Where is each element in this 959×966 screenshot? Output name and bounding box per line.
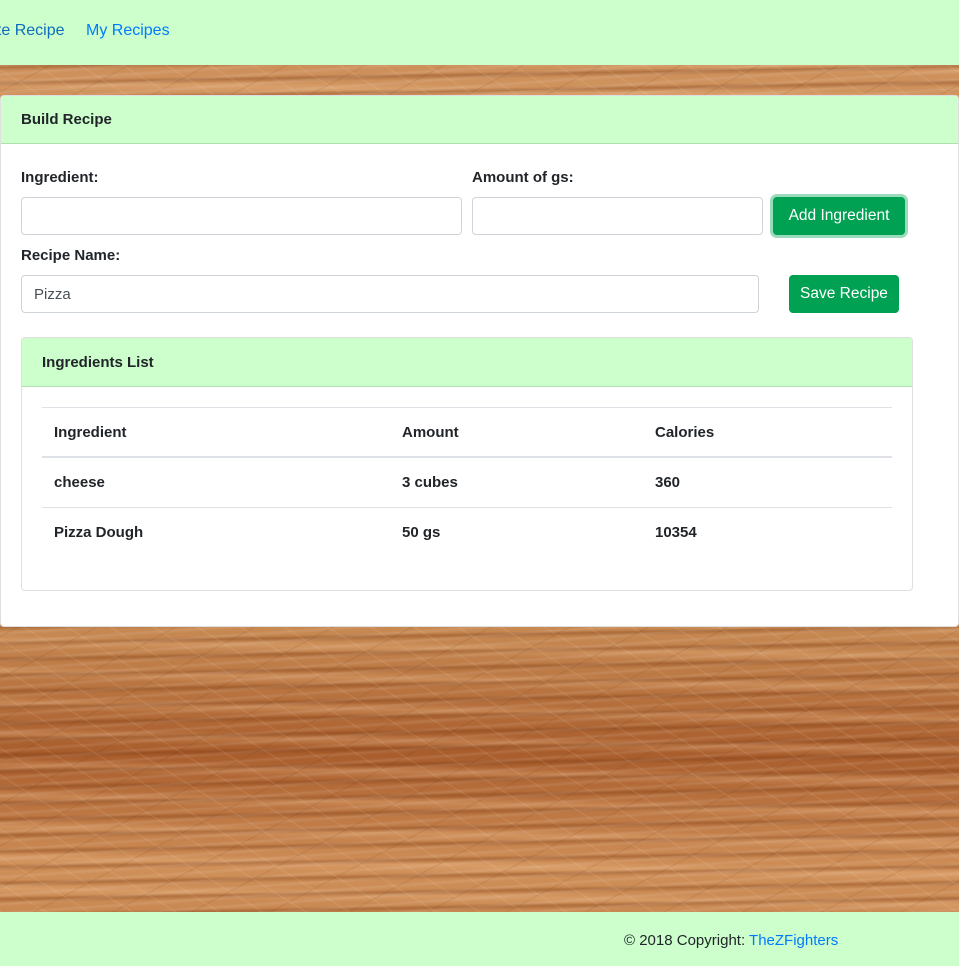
column-header-amount: Amount <box>390 407 643 458</box>
recipe-name-label: Recipe Name: <box>21 247 121 264</box>
footer: © 2018 Copyright: TheZFighters <box>0 912 959 966</box>
ingredients-table: Ingredient Amount Calories cheese 3 cube… <box>42 407 892 557</box>
ingredients-list-card: Ingredients List Ingredient Amount Calor… <box>21 337 913 591</box>
build-recipe-title: Build Recipe <box>1 96 958 144</box>
ingredient-input[interactable] <box>21 197 462 235</box>
amount-label: Amount of gs: <box>472 169 574 186</box>
table-row: Pizza Dough 50 gs 10354 <box>42 507 892 557</box>
recipe-name-input[interactable] <box>21 275 759 313</box>
save-recipe-button[interactable]: Save Recipe <box>789 275 899 313</box>
copyright-text: © 2018 Copyright: <box>624 932 750 949</box>
cell-amount: 3 cubes <box>390 456 643 508</box>
cell-amount: 50 gs <box>390 507 643 557</box>
cell-calories: 360 <box>643 456 892 508</box>
cell-ingredient: cheese <box>42 456 390 508</box>
column-header-calories: Calories <box>643 407 892 458</box>
footer-link-thezfighters[interactable]: TheZFighters <box>749 932 838 949</box>
table-header-row: Ingredient Amount Calories <box>42 407 892 458</box>
ingredient-label: Ingredient: <box>21 169 99 186</box>
build-recipe-card: Build Recipe Ingredient: Amount of gs: A… <box>0 95 959 627</box>
amount-input[interactable] <box>472 197 763 235</box>
top-navbar: ate Recipe My Recipes <box>0 0 959 65</box>
nav-link-my-recipes[interactable]: My Recipes <box>86 22 170 40</box>
column-header-ingredient: Ingredient <box>42 407 390 458</box>
nav-link-create-recipe[interactable]: ate Recipe <box>0 22 65 40</box>
footer-copyright: © 2018 Copyright: TheZFighters <box>624 932 838 949</box>
ingredients-list-title: Ingredients List <box>22 338 912 387</box>
cell-calories: 10354 <box>643 507 892 557</box>
add-ingredient-button[interactable]: Add Ingredient <box>773 197 905 235</box>
cell-ingredient: Pizza Dough <box>42 507 390 557</box>
table-row: cheese 3 cubes 360 <box>42 456 892 508</box>
